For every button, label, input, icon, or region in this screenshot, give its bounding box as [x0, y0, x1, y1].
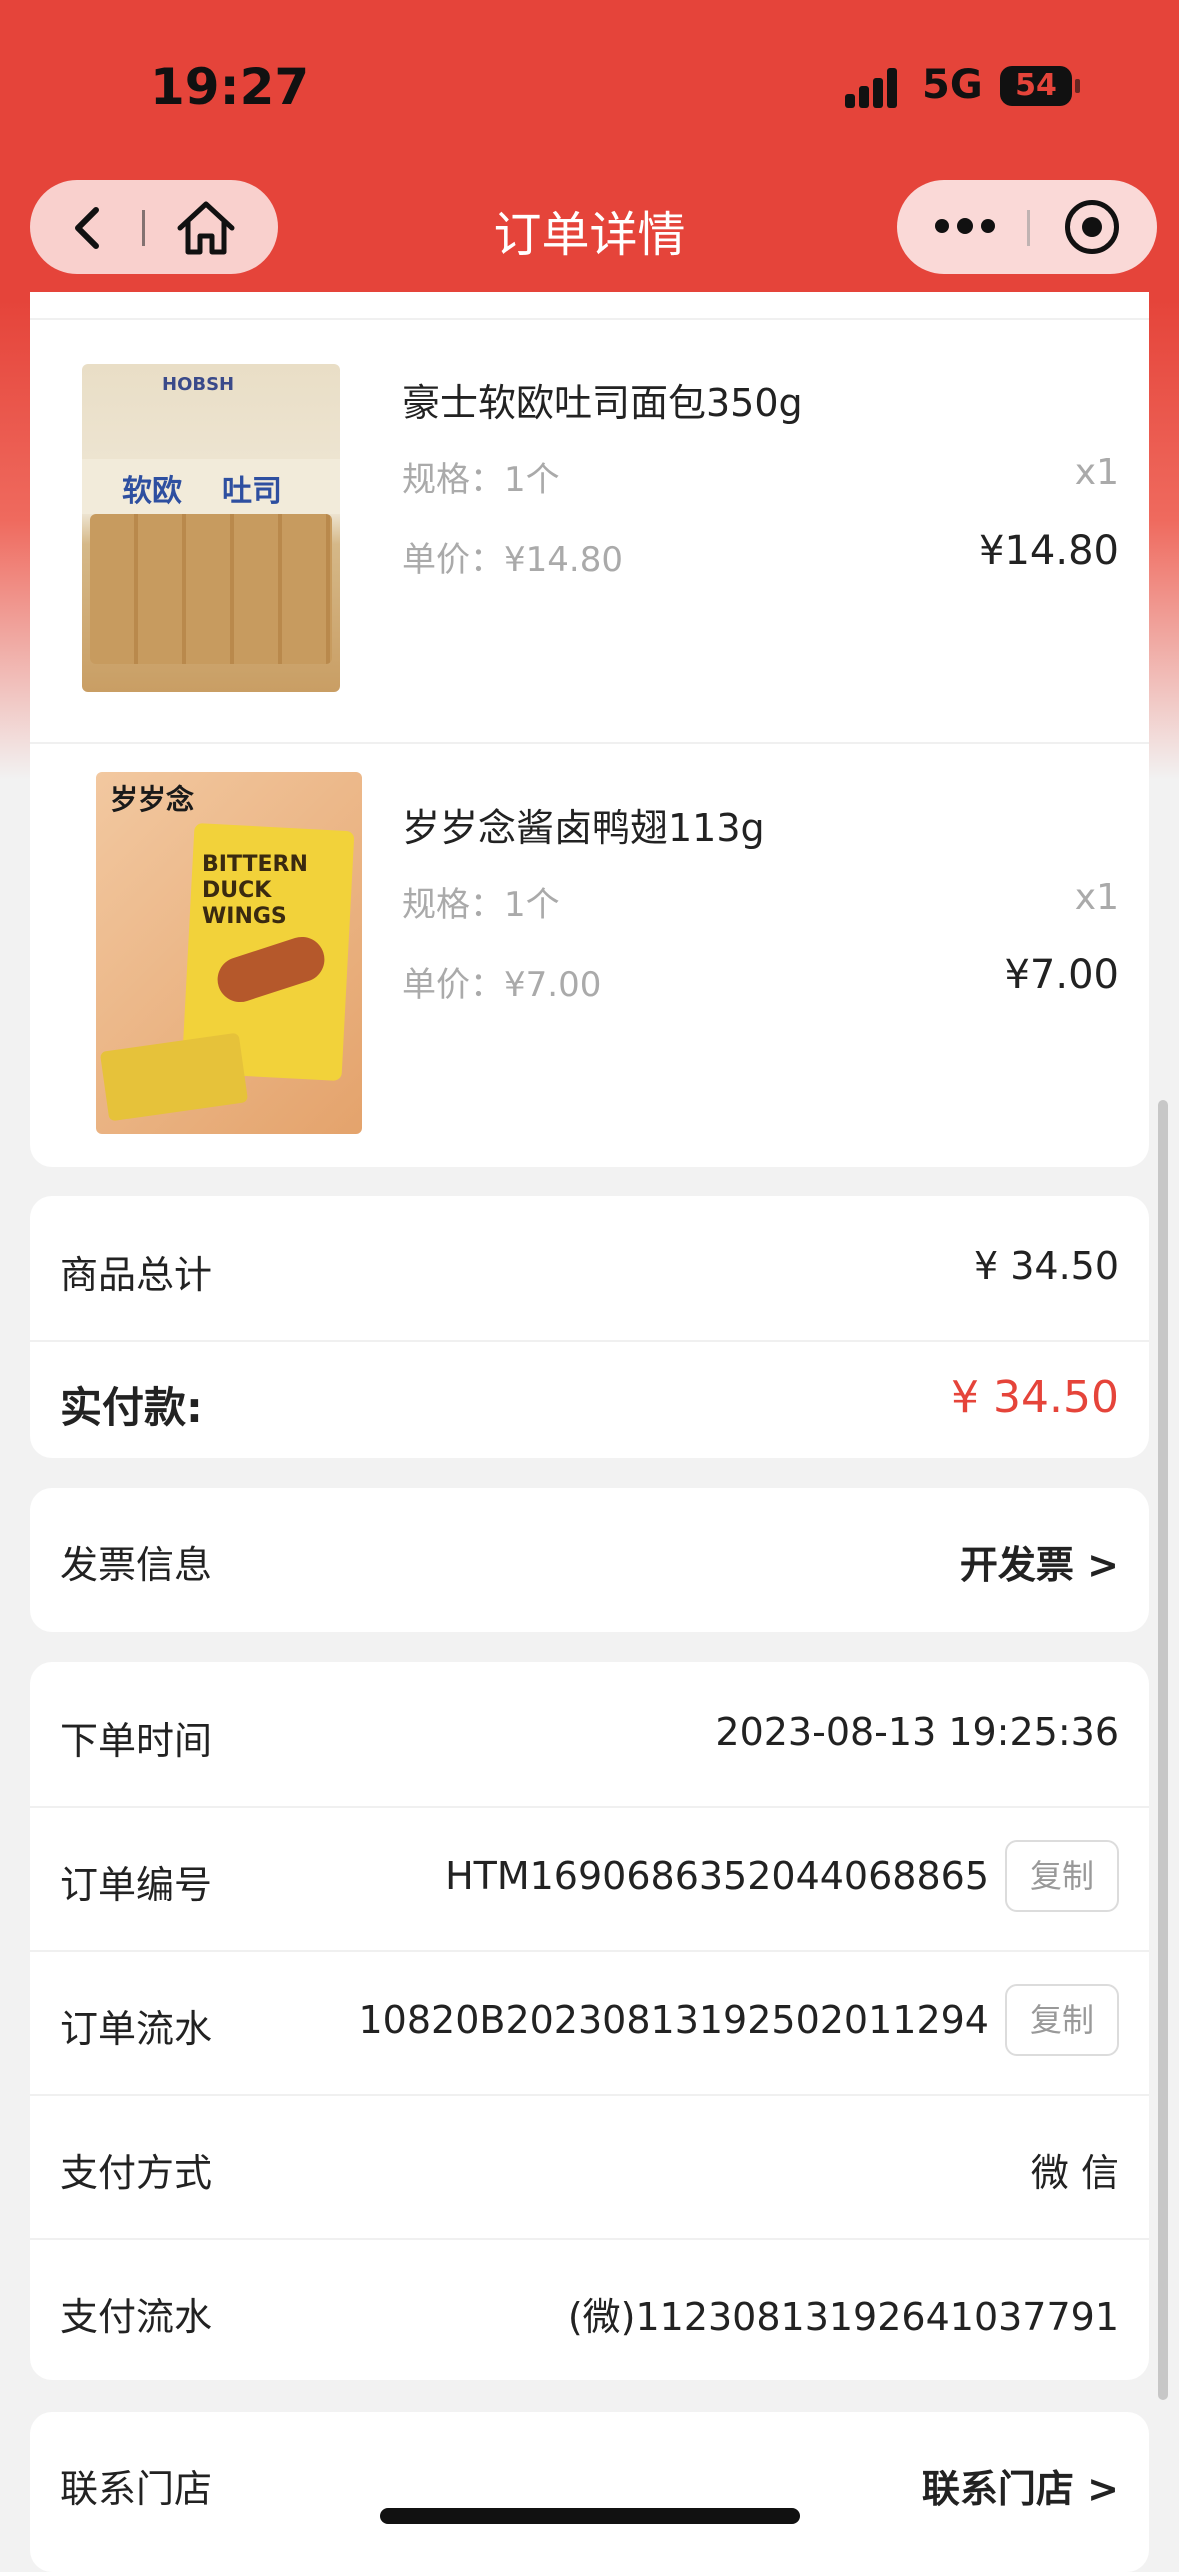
nav-capsule-right	[897, 180, 1157, 274]
order-info-card: 下单时间 2023-08-13 19:25:36 订单编号 HTM1690686…	[30, 1662, 1149, 2380]
product-qty: x1	[1074, 877, 1119, 918]
copy-order-number-button[interactable]: 复制	[1005, 1840, 1119, 1912]
invoice-card[interactable]: 发票信息 开发票 >	[30, 1488, 1149, 1632]
product-price: ¥7.00	[1004, 952, 1119, 998]
home-indicator[interactable]	[380, 2508, 800, 2524]
divider	[30, 1340, 1149, 1342]
order-number-label: 订单编号	[60, 1863, 213, 1907]
product-name[interactable]: 豪士软欧吐司面包350g	[402, 372, 803, 427]
payment-method-value: 微 信	[1030, 2151, 1119, 2195]
order-time-value: 2023-08-13 19:25:36	[715, 1710, 1119, 1754]
product-image-toast[interactable]: HOBSH 软欧 吐司	[82, 364, 340, 692]
product-name[interactable]: 岁岁念酱卤鸭翅113g	[402, 797, 765, 852]
product-image-text: BITTERN DUCK WINGS	[202, 852, 308, 929]
product-unit-price: 单价：¥7.00	[402, 965, 602, 1005]
paid-value: ¥ 34.50	[951, 1372, 1119, 1423]
divider	[30, 2238, 1149, 2240]
order-flow-value: 10820B20230813192502011294	[358, 1998, 990, 2042]
more-icon[interactable]	[935, 216, 995, 238]
order-number-value: HTM1690686352044068865	[445, 1854, 989, 1898]
close-miniprogram-icon[interactable]	[1065, 200, 1119, 254]
invoice-label: 发票信息	[60, 1543, 213, 1587]
subtotal-label: 商品总计	[60, 1253, 213, 1297]
status-time: 19:27	[150, 58, 310, 116]
status-bar: 19:27 5G 54	[0, 0, 1179, 170]
contact-store-card[interactable]: 联系门店 联系门店 >	[30, 2412, 1149, 2572]
battery-icon: 54	[1000, 66, 1080, 106]
divider	[30, 318, 1149, 320]
paid-label: 实付款:	[60, 1383, 203, 1432]
product-spec: 规格：1个	[402, 885, 560, 925]
product-price: ¥14.80	[979, 528, 1119, 574]
subtotal-value: ¥ 34.50	[973, 1244, 1119, 1288]
divider	[30, 742, 1149, 744]
scrollbar[interactable]	[1158, 1100, 1168, 2400]
divider	[30, 1950, 1149, 1952]
product-spec: 规格：1个	[402, 460, 560, 500]
product-qty: x1	[1074, 452, 1119, 493]
contact-store-link[interactable]: 联系门店 >	[922, 2458, 1119, 2513]
divider	[30, 1806, 1149, 1808]
product-list-card: HOBSH 软欧 吐司 豪士软欧吐司面包350g 规格：1个 x1 单价：¥14…	[30, 292, 1149, 1167]
totals-card: 商品总计 ¥ 34.50 实付款: ¥ 34.50	[30, 1196, 1149, 1458]
nav-divider-right	[1027, 210, 1030, 246]
payment-flow-value: (微)11230813192641037791	[567, 2295, 1119, 2339]
copy-order-flow-button[interactable]: 复制	[1005, 1984, 1119, 2056]
product-image-duck-wings[interactable]: 岁岁念 BITTERN DUCK WINGS	[96, 772, 362, 1134]
order-flow-label: 订单流水	[60, 2007, 213, 2051]
contact-store-label: 联系门店	[60, 2467, 213, 2511]
order-time-label: 下单时间	[60, 1719, 213, 1763]
payment-flow-label: 支付流水	[60, 2295, 213, 2339]
product-image-brand: HOBSH	[162, 374, 235, 395]
product-image-text: 吐司	[222, 474, 282, 509]
product-image-brand: 岁岁念	[110, 783, 195, 816]
issue-invoice-link[interactable]: 开发票 >	[960, 1534, 1119, 1589]
product-unit-price: 单价：¥14.80	[402, 540, 623, 580]
payment-method-label: 支付方式	[60, 2151, 213, 2195]
signal-icon	[845, 66, 905, 108]
network-label: 5G	[922, 62, 983, 108]
product-image-text: 软欧	[122, 474, 182, 509]
divider	[30, 2094, 1149, 2096]
